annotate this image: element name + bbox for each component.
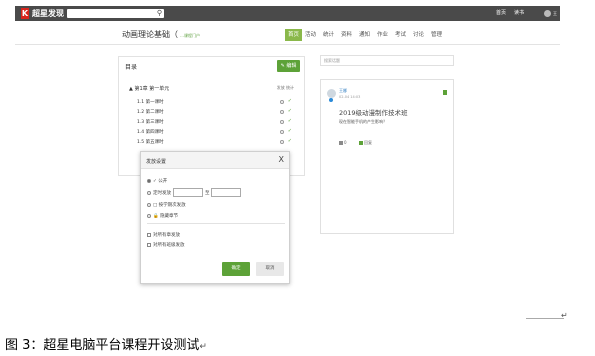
nav-home[interactable]: 首页 (496, 6, 506, 21)
lesson-item[interactable]: 1.2 第二课时 (137, 109, 164, 115)
option-hide[interactable]: 🔒 隐藏章节 (147, 213, 178, 219)
check-icon: ✓ (287, 118, 292, 124)
checkbox[interactable] (147, 242, 151, 247)
course-portal-link[interactable]: …课程门户 (180, 33, 200, 38)
tab-activity[interactable]: 活动 (305, 29, 316, 41)
figure-caption: 图 3：超星电脑平台课程开设测试↵ (5, 334, 207, 353)
avatar[interactable] (544, 10, 551, 17)
discussion-card[interactable]: 王娜 02-04 14:03 2019级动漫制作技术班 现在智能手机的产生影响？… (320, 79, 454, 234)
tab-resources[interactable]: 资料 (341, 29, 352, 41)
underline-mark (526, 318, 564, 319)
search-icon[interactable]: ⚲ (157, 8, 162, 18)
chapter-label: 第1章 第一单元 (134, 86, 170, 92)
date-range-separator: 至 (205, 191, 210, 196)
post-text: 现在智能手机的产生影响？ (339, 119, 387, 124)
topic-search-input[interactable]: 搜索话题 (320, 55, 454, 66)
bookmark-icon[interactable] (443, 90, 447, 95)
course-title: 动画理论基础（ …课程门户 (122, 29, 200, 40)
status-circle-icon (280, 130, 284, 134)
chapter-actions[interactable]: 发放 统计 (277, 85, 294, 91)
option-timed-label: 定时发放 (153, 191, 171, 196)
dialog-title: 发放设置 (146, 159, 167, 165)
pencil-icon: ✎ (280, 63, 285, 69)
course-name: 动画理论基础（ (122, 30, 178, 39)
lesson-item[interactable]: 1.5 第五课时 (137, 139, 164, 145)
status-circle-icon (280, 100, 284, 104)
thumb-up-icon (339, 141, 343, 145)
tab-home[interactable]: 首页 (285, 29, 303, 41)
option-hide-label: 🔒 隐藏章节 (153, 214, 179, 219)
post-title[interactable]: 2019级动漫制作技术班 (339, 107, 408, 117)
option-timed[interactable]: 定时发放 (147, 190, 171, 196)
return-mark-icon: ↵ (199, 342, 207, 352)
option-sequential-label: □ 按学期次发放 (153, 203, 186, 208)
tab-exam[interactable]: 考试 (395, 29, 406, 41)
checkbox[interactable] (147, 232, 151, 237)
tab-notice[interactable]: 通知 (359, 29, 370, 41)
caret-up-icon[interactable]: ▲ (129, 86, 133, 92)
return-mark-icon: ↵ (561, 311, 568, 320)
option-public-label: ✓ 公开 (153, 179, 168, 184)
nav-read[interactable]: 读书 (514, 6, 524, 21)
avatar[interactable] (327, 89, 336, 98)
option-public[interactable]: ✓ 公开 (147, 178, 167, 184)
end-date-input[interactable] (211, 188, 241, 197)
brand-logo[interactable]: K (21, 8, 29, 19)
reply-button[interactable]: 回复 (359, 140, 372, 146)
reply-label: 回复 (364, 140, 372, 145)
radio-selected[interactable] (147, 178, 151, 183)
release-settings-dialog: 发放设置 X ✓ 公开 定时发放 至 □ 按学期次发放 🔒 隐藏章节 对所有章发… (140, 151, 290, 284)
dialog-header: 发放设置 X (141, 152, 289, 169)
radio[interactable] (147, 213, 151, 218)
checkbox-all-chapters[interactable]: 对所有章发放 (147, 232, 180, 238)
catalog-title: 目录 (125, 64, 138, 71)
check-icon: ✓ (287, 98, 292, 104)
divider (147, 223, 285, 224)
close-icon[interactable]: X (279, 154, 284, 166)
lesson-item[interactable]: 1.3 第三课时 (137, 119, 164, 125)
check-icon: ✓ (287, 138, 292, 144)
radio[interactable] (147, 202, 151, 207)
comment-icon (359, 141, 363, 145)
checkbox-all-classes[interactable]: 对所有班级发放 (147, 242, 185, 248)
divider (15, 44, 560, 45)
chapter-title[interactable]: ▲ 第1章 第一单元 (129, 85, 169, 92)
figure-caption-text: 图 3：超星电脑平台课程开设测试 (5, 338, 200, 353)
verified-badge-icon (329, 98, 333, 102)
edit-label: 编辑 (286, 63, 297, 69)
status-circle-icon (280, 110, 284, 114)
post-date: 02-04 14:03 (339, 95, 361, 99)
check-icon: ✓ (287, 128, 292, 134)
status-circle-icon (280, 140, 284, 144)
status-circle-icon (280, 120, 284, 124)
post-author[interactable]: 王娜 (339, 88, 347, 94)
top-navbar: K 超星发现 ⚲ 首页 读书 王娜 ▾ (15, 6, 560, 46)
edit-button[interactable]: ✎ 编辑 (277, 60, 300, 72)
check-icon: ✓ (287, 108, 292, 114)
brand-name[interactable]: 超星发现 (32, 7, 64, 20)
tab-discussion[interactable]: 讨论 (413, 29, 424, 41)
lesson-item[interactable]: 1.4 第四课时 (137, 129, 164, 135)
tab-manage[interactable]: 管理 (431, 29, 442, 41)
confirm-button[interactable]: 确定 (222, 262, 250, 276)
like-count: 0 (344, 140, 347, 145)
radio[interactable] (147, 190, 151, 195)
start-date-input[interactable] (173, 188, 203, 197)
option-sequential[interactable]: □ 按学期次发放 (147, 202, 186, 208)
search-input[interactable]: ⚲ (67, 9, 164, 18)
cancel-button[interactable]: 取消 (256, 262, 284, 276)
checkbox-all-chapters-label: 对所有章发放 (153, 233, 180, 238)
like-button[interactable]: 0 (339, 140, 347, 145)
checkbox-all-classes-label: 对所有班级发放 (153, 243, 185, 248)
lesson-item[interactable]: 1.1 第一课时 (137, 99, 164, 105)
tab-homework[interactable]: 作业 (377, 29, 388, 41)
tab-stats[interactable]: 统计 (323, 29, 334, 41)
